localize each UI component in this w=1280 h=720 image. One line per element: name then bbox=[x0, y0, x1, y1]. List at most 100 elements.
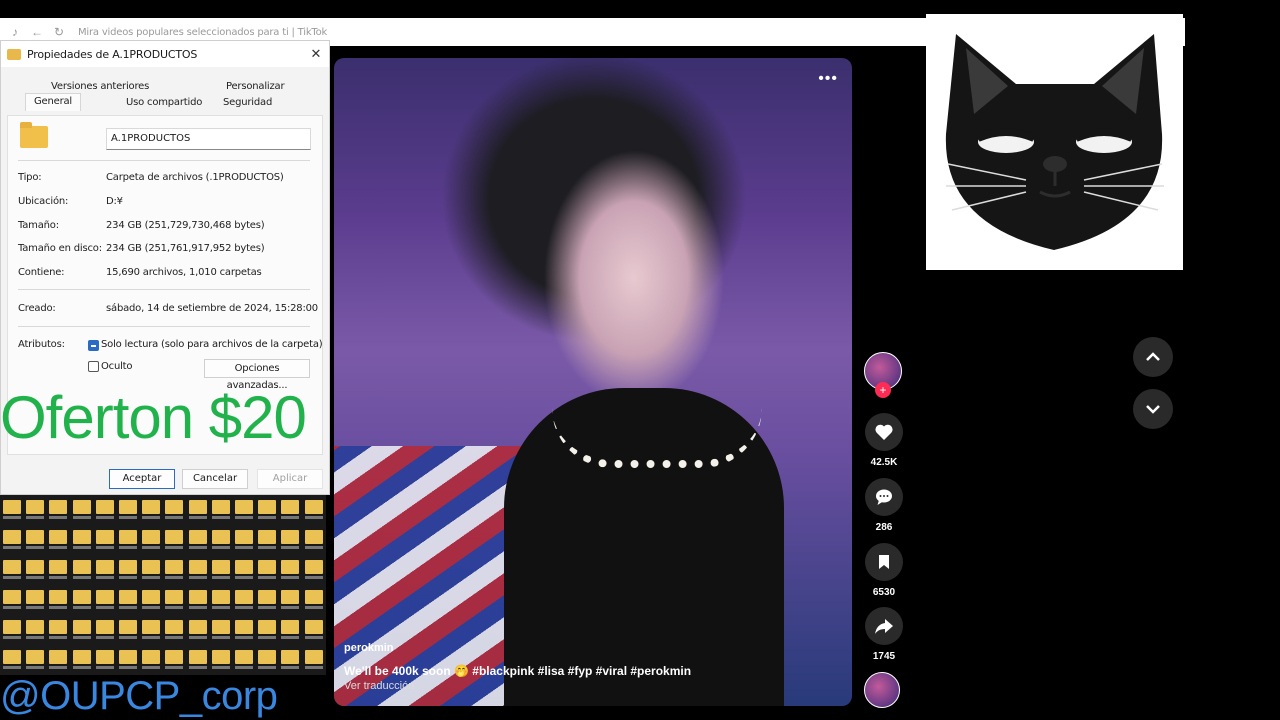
folder-thumbnail-icon[interactable] bbox=[119, 590, 137, 609]
folder-name-input[interactable]: A.1PRODUCTOS bbox=[106, 128, 311, 150]
folder-thumbnail-icon[interactable] bbox=[119, 560, 137, 579]
folder-thumbnail-icon[interactable] bbox=[165, 650, 184, 669]
folder-thumbnail-icon[interactable] bbox=[258, 620, 277, 639]
folder-thumbnail-icon[interactable] bbox=[26, 530, 45, 549]
save-action[interactable]: 6530 bbox=[864, 543, 904, 598]
comment-action[interactable]: 286 bbox=[864, 478, 904, 533]
translate-link[interactable]: Ver traducción bbox=[344, 680, 414, 692]
folder-thumbnail-icon[interactable] bbox=[281, 500, 300, 519]
tab-security[interactable]: Seguridad bbox=[223, 97, 272, 108]
tab-customize[interactable]: Personalizar bbox=[226, 81, 285, 92]
avatar[interactable]: + bbox=[864, 352, 902, 398]
folder-thumbnail-icon[interactable] bbox=[281, 650, 300, 669]
folder-thumbnail-icon[interactable] bbox=[3, 560, 21, 579]
folder-thumbnail-icon[interactable] bbox=[3, 620, 21, 639]
folder-thumbnail-icon[interactable] bbox=[119, 620, 137, 639]
hidden-checkbox[interactable] bbox=[88, 361, 99, 372]
heart-icon[interactable] bbox=[865, 413, 903, 451]
folder-thumbnail-icon[interactable] bbox=[258, 650, 277, 669]
folder-thumbnail-icon[interactable] bbox=[95, 530, 114, 549]
follow-plus-icon[interactable]: + bbox=[875, 382, 891, 398]
folder-thumbnail-icon[interactable] bbox=[258, 560, 277, 579]
folder-thumbnail-icon[interactable] bbox=[211, 500, 230, 519]
folder-thumbnail-icon[interactable] bbox=[142, 500, 161, 519]
folder-thumbnail-icon[interactable] bbox=[188, 650, 207, 669]
folder-thumbnail-icon[interactable] bbox=[26, 650, 45, 669]
folder-thumbnail-icon[interactable] bbox=[281, 590, 300, 609]
folder-thumbnail-icon[interactable] bbox=[211, 590, 230, 609]
folder-thumbnail-icon[interactable] bbox=[72, 530, 91, 549]
folder-thumbnail-icon[interactable] bbox=[235, 620, 253, 639]
folder-thumbnail-icon[interactable] bbox=[235, 530, 253, 549]
folder-thumbnail-icon[interactable] bbox=[26, 620, 45, 639]
folder-thumbnail-icon[interactable] bbox=[304, 620, 323, 639]
folder-thumbnail-icon[interactable] bbox=[49, 500, 68, 519]
folder-thumbnail-icon[interactable] bbox=[188, 620, 207, 639]
folder-thumbnail-icon[interactable] bbox=[165, 620, 184, 639]
folder-thumbnail-icon[interactable] bbox=[3, 650, 21, 669]
folder-thumbnail-icon[interactable] bbox=[258, 530, 277, 549]
folder-thumbnail-icon[interactable] bbox=[72, 560, 91, 579]
like-action[interactable]: 42.5K bbox=[864, 413, 904, 468]
folder-thumbnail-icon[interactable] bbox=[95, 620, 114, 639]
folder-thumbnail-icon[interactable] bbox=[211, 560, 230, 579]
folder-thumbnail-icon[interactable] bbox=[142, 530, 161, 549]
music-disc-icon[interactable] bbox=[864, 672, 900, 708]
folder-thumbnail-icon[interactable] bbox=[3, 530, 21, 549]
folder-thumbnail-icon[interactable] bbox=[142, 650, 161, 669]
cancel-button[interactable]: Cancelar bbox=[182, 469, 248, 489]
folder-thumbnail-icon[interactable] bbox=[119, 530, 137, 549]
folder-thumbnail-icon[interactable] bbox=[188, 560, 207, 579]
folder-thumbnail-icon[interactable] bbox=[3, 590, 21, 609]
folder-thumbnail-icon[interactable] bbox=[165, 590, 184, 609]
creator-avatar-action[interactable]: + bbox=[864, 352, 904, 398]
folder-thumbnail-icon[interactable] bbox=[49, 530, 68, 549]
folder-thumbnail-icon[interactable] bbox=[281, 620, 300, 639]
folder-thumbnail-icon[interactable] bbox=[235, 650, 253, 669]
folder-thumbnail-icon[interactable] bbox=[188, 590, 207, 609]
folder-thumbnail-icon[interactable] bbox=[95, 500, 114, 519]
folder-thumbnail-icon[interactable] bbox=[72, 620, 91, 639]
share-icon[interactable] bbox=[865, 607, 903, 645]
folder-thumbnail-icon[interactable] bbox=[26, 500, 45, 519]
folder-thumbnail-icon[interactable] bbox=[142, 620, 161, 639]
folder-thumbnail-icon[interactable] bbox=[258, 590, 277, 609]
reload-icon[interactable]: ↻ bbox=[52, 25, 66, 39]
folder-thumbnail-icon[interactable] bbox=[142, 560, 161, 579]
folder-thumbnail-icon[interactable] bbox=[95, 590, 114, 609]
folder-thumbnail-icon[interactable] bbox=[304, 560, 323, 579]
more-options-icon[interactable]: ••• bbox=[818, 70, 838, 88]
folder-thumbnail-icon[interactable] bbox=[235, 590, 253, 609]
folder-thumbnail-icon[interactable] bbox=[304, 650, 323, 669]
folder-thumbnail-icon[interactable] bbox=[95, 650, 114, 669]
tab-previous-versions[interactable]: Versiones anteriores bbox=[51, 81, 149, 92]
folder-thumbnail-icon[interactable] bbox=[119, 650, 137, 669]
folder-thumbnail-icon[interactable] bbox=[72, 650, 91, 669]
music-disc-action[interactable] bbox=[864, 672, 904, 708]
folder-thumbnail-icon[interactable] bbox=[304, 590, 323, 609]
folder-thumbnail-icon[interactable] bbox=[211, 620, 230, 639]
video-player[interactable]: ••• perokmin We'll be 400k soon 🤭 #black… bbox=[334, 58, 852, 706]
folder-thumbnail-icon[interactable] bbox=[281, 530, 300, 549]
tab-general[interactable]: General bbox=[25, 93, 82, 111]
chevron-down-icon[interactable] bbox=[1133, 389, 1173, 429]
folder-thumbnail-icon[interactable] bbox=[26, 560, 45, 579]
folder-thumbnail-icon[interactable] bbox=[281, 560, 300, 579]
folder-thumbnail-icon[interactable] bbox=[211, 530, 230, 549]
advanced-options-button[interactable]: Opciones avanzadas... bbox=[204, 359, 310, 391]
folder-thumbnail-icon[interactable] bbox=[3, 500, 21, 519]
folder-thumbnail-icon[interactable] bbox=[72, 590, 91, 609]
folder-thumbnail-icon[interactable] bbox=[49, 620, 68, 639]
folder-thumbnail-icon[interactable] bbox=[142, 590, 161, 609]
share-action[interactable]: 1745 bbox=[864, 607, 904, 662]
readonly-checkbox[interactable] bbox=[88, 340, 99, 351]
folder-thumbnail-icon[interactable] bbox=[235, 500, 253, 519]
folder-thumbnail-icon[interactable] bbox=[165, 500, 184, 519]
folder-thumbnail-icon[interactable] bbox=[165, 560, 184, 579]
folder-thumbnail-icon[interactable] bbox=[258, 500, 277, 519]
folder-thumbnail-icon[interactable] bbox=[188, 500, 207, 519]
folder-thumbnail-icon[interactable] bbox=[119, 500, 137, 519]
bookmark-icon[interactable] bbox=[865, 543, 903, 581]
close-icon[interactable]: ✕ bbox=[303, 47, 329, 62]
folder-thumbnail-icon[interactable] bbox=[49, 560, 68, 579]
